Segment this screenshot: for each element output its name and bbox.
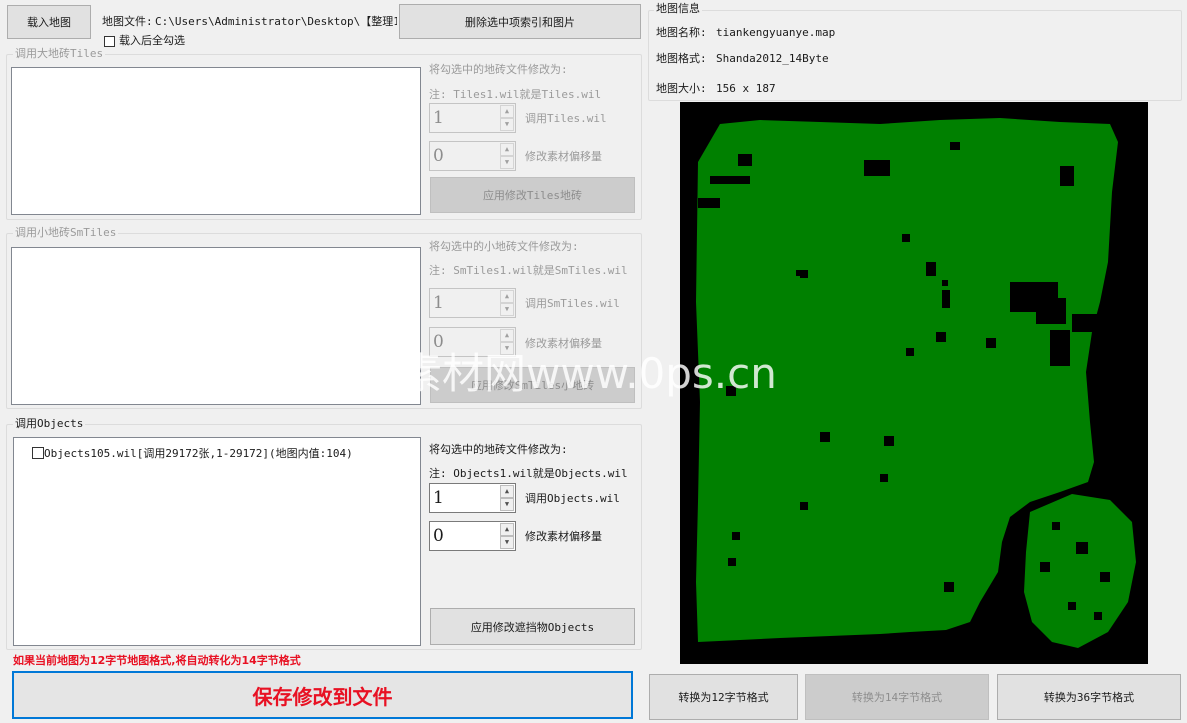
tiles-change-label: 将勾选中的地砖文件修改为: [429, 63, 568, 76]
spin-up-icon[interactable]: ▲ [500, 290, 514, 303]
map-name-label: 地图名称: [656, 26, 707, 39]
objects-file-value: 1 [433, 488, 444, 508]
spin-down-icon[interactable]: ▼ [500, 303, 514, 316]
list-item[interactable]: Objects105.wil[调用29172张,1-29172](地图内值:10… [32, 445, 353, 461]
map-format-label: 地图格式: [656, 52, 707, 65]
save-to-file-button[interactable]: 保存修改到文件 [12, 671, 633, 719]
convert-36-byte-button[interactable]: 转换为36字节格式 [997, 674, 1181, 720]
tiles-file-value: 1 [433, 108, 444, 128]
objects-file-label: 调用Objects.wil [525, 492, 620, 505]
smtiles-file-label: 调用SmTiles.wil [525, 297, 620, 310]
tiles-group-title: 调用大地砖Tiles [13, 47, 106, 61]
smtiles-offset-label: 修改素材偏移量 [525, 337, 602, 350]
spin-down-icon[interactable]: ▼ [500, 118, 514, 131]
spin-up-icon[interactable]: ▲ [500, 105, 514, 118]
map-size-label: 地图大小: [656, 82, 707, 95]
apply-smtiles-button[interactable]: 应用修改SmTiles小地砖 [430, 367, 635, 403]
smtiles-file-value: 1 [433, 293, 444, 313]
objects-list[interactable]: Objects105.wil[调用29172张,1-29172](地图内值:10… [13, 437, 421, 646]
smtiles-note: 注: SmTiles1.wil就是SmTiles.wil [429, 264, 628, 277]
convert-12-byte-button[interactable]: 转换为12字节格式 [649, 674, 798, 720]
spin-up-icon[interactable]: ▲ [500, 143, 514, 156]
objects-item-label: Objects105.wil[调用29172张,1-29172](地图内值:10… [44, 447, 353, 460]
apply-objects-button[interactable]: 应用修改遮挡物Objects [430, 608, 635, 645]
spin-down-icon[interactable]: ▼ [500, 342, 514, 355]
smtiles-list[interactable] [11, 247, 421, 405]
map-preview[interactable] [680, 102, 1148, 664]
objects-offset-value: 0 [433, 526, 444, 546]
tiles-offset-stepper[interactable]: 0 ▲ ▼ [429, 141, 516, 171]
delete-selected-button[interactable]: 删除选中项索引和图片 [399, 4, 641, 39]
format-warning: 如果当前地图为12字节地图格式,将自动转化为14字节格式 [13, 654, 301, 667]
load-map-button[interactable]: 载入地图 [7, 5, 91, 39]
map-name-value: tiankengyuanye.map [716, 26, 836, 39]
smtiles-file-stepper[interactable]: 1 ▲ ▼ [429, 288, 516, 318]
smtiles-change-label: 将勾选中的小地砖文件修改为: [429, 240, 579, 253]
objects-item-checkbox[interactable] [32, 447, 44, 459]
objects-offset-label: 修改素材偏移量 [525, 530, 602, 543]
map-file-label: 地图文件: [102, 15, 153, 28]
smtiles-group-title: 调用小地砖SmTiles [13, 226, 119, 240]
objects-note: 注: Objects1.wil就是Objects.wil [429, 467, 628, 480]
tiles-offset-label: 修改素材偏移量 [525, 150, 602, 163]
objects-group-title: 调用Objects [13, 417, 86, 431]
smtiles-offset-value: 0 [433, 332, 444, 352]
tiles-file-label: 调用Tiles.wil [525, 112, 607, 125]
map-info-title: 地图信息 [654, 2, 702, 16]
tiles-offset-value: 0 [433, 146, 444, 166]
tiles-note: 注: Tiles1.wil就是Tiles.wil [429, 88, 602, 101]
smtiles-offset-stepper[interactable]: 0 ▲ ▼ [429, 327, 516, 357]
map-format-value: Shanda2012_14Byte [716, 52, 829, 65]
tiles-file-stepper[interactable]: 1 ▲ ▼ [429, 103, 516, 133]
objects-change-label: 将勾选中的地砖文件修改为: [429, 443, 568, 456]
objects-file-stepper[interactable]: 1 ▲ ▼ [429, 483, 516, 513]
spin-down-icon[interactable]: ▼ [500, 156, 514, 169]
convert-14-byte-button[interactable]: 转换为14字节格式 [805, 674, 989, 720]
map-size-value: 156 x 187 [716, 82, 776, 95]
spin-down-icon[interactable]: ▼ [500, 498, 514, 511]
select-all-checkbox[interactable] [104, 36, 115, 47]
tiles-list[interactable] [11, 67, 421, 215]
spin-down-icon[interactable]: ▼ [500, 536, 514, 549]
spin-up-icon[interactable]: ▲ [500, 329, 514, 342]
objects-offset-stepper[interactable]: 0 ▲ ▼ [429, 521, 516, 551]
spin-up-icon[interactable]: ▲ [500, 485, 514, 498]
select-all-label: 载入后全勾选 [119, 34, 185, 47]
spin-up-icon[interactable]: ▲ [500, 523, 514, 536]
map-file-path: C:\Users\Administrator\Desktop\【整理10】 [155, 15, 397, 28]
apply-tiles-button[interactable]: 应用修改Tiles地砖 [430, 177, 635, 213]
